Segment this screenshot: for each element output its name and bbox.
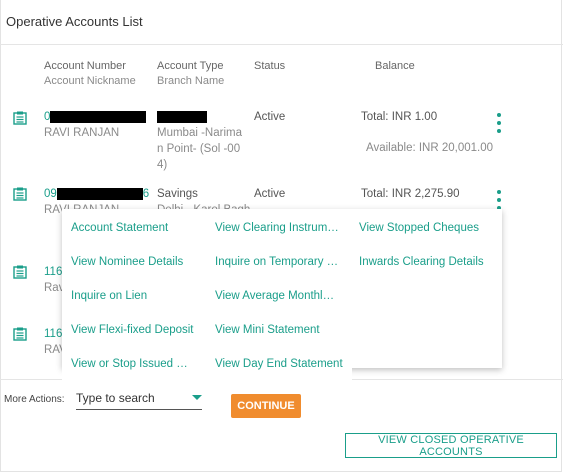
total-currency: INR xyxy=(391,188,412,200)
available-value: 20,001.00 xyxy=(441,142,494,154)
account-number-suffix[interactable]: 6 xyxy=(143,188,149,200)
menu-item-view-average-monthly-balance[interactable]: View Average Monthly Balance xyxy=(215,290,339,302)
continue-button[interactable]: CONTINUE xyxy=(231,394,301,418)
header-type: Account Type Branch Name xyxy=(157,59,224,89)
menu-item-inquire-temporary-overdraft[interactable]: Inquire on Temporary Overdraft xyxy=(215,256,339,268)
menu-item-inquire-on-lien[interactable]: Inquire on Lien xyxy=(71,290,201,302)
header-balance: Balance xyxy=(375,60,415,72)
chevron-down-icon[interactable] xyxy=(192,395,202,400)
header-account: Account Number Account Nickname xyxy=(44,59,136,89)
account-number-prefix[interactable]: 09 xyxy=(44,188,57,200)
account-details-icon[interactable] xyxy=(13,111,27,125)
page-title: Operative Accounts List xyxy=(6,14,143,29)
total-label: Total: xyxy=(361,188,389,200)
header-account-number: Account Number xyxy=(44,60,126,72)
view-closed-accounts-button[interactable]: VIEW CLOSED OPERATIVE ACCOUNTS xyxy=(345,433,557,458)
available-balance: Available: INR 20,001.00 xyxy=(366,140,493,156)
header-account-nickname: Account Nickname xyxy=(44,75,136,87)
total-value: 2,275.90 xyxy=(414,188,460,200)
header-account-type: Account Type xyxy=(157,60,224,72)
account-number-link[interactable]: 0 xyxy=(44,109,147,125)
row-actions-menu-icon[interactable] xyxy=(496,113,502,133)
row-actions-menu-icon[interactable] xyxy=(496,190,502,210)
menu-item-view-nominee-details[interactable]: View Nominee Details xyxy=(71,256,201,268)
total-balance: Total: INR 1.00 xyxy=(361,109,437,125)
status-text: Active xyxy=(254,111,286,123)
menu-item-inwards-clearing-details[interactable]: Inwards Clearing Details xyxy=(359,256,494,268)
menu-item-view-day-end-statement[interactable]: View Day End Statement xyxy=(215,358,347,370)
branch-name-line: n Point- (Sol -00 xyxy=(157,143,241,155)
menu-item-view-stopped-cheques[interactable]: View Stopped Cheques xyxy=(359,222,494,234)
title-divider xyxy=(0,44,563,45)
more-actions-search[interactable] xyxy=(76,388,202,410)
account-details-icon[interactable] xyxy=(13,327,27,341)
available-currency: INR xyxy=(418,142,439,154)
menu-item-view-clearing-instruments[interactable]: View Clearing Instruments xyxy=(215,222,339,234)
account-actions-menu: Account Statement View Clearing Instrume… xyxy=(62,209,502,368)
total-value: 1.00 xyxy=(414,111,438,123)
total-label: Total: xyxy=(361,111,389,123)
branch-name-line: 4) xyxy=(157,159,168,171)
masked-account-type xyxy=(157,110,207,123)
menu-item-view-flexi-fixed-deposit[interactable]: View Flexi-fixed Deposit xyxy=(71,324,195,336)
account-type: Savings xyxy=(157,188,198,200)
masked-account-digits xyxy=(50,110,147,123)
header-status: Status xyxy=(254,60,286,72)
account-details-icon[interactable] xyxy=(13,187,27,201)
total-balance: Total: INR 2,275.90 xyxy=(361,186,459,202)
more-actions-label: More Actions: xyxy=(4,394,65,405)
total-currency: INR xyxy=(391,111,412,123)
account-details-icon[interactable] xyxy=(13,265,27,279)
account-nickname: RAVI RANJAN xyxy=(44,127,120,139)
menu-item-view-stop-issued-cheques[interactable]: View or Stop Issued Cheques xyxy=(71,358,195,370)
branch-name-line: Mumbai -Narima xyxy=(157,127,242,139)
menu-item-view-mini-statement[interactable]: View Mini Statement xyxy=(215,324,339,336)
account-actions-menu-tail: View or Stop Issued Cheques View Day End… xyxy=(62,358,352,380)
menu-item-account-statement[interactable]: Account Statement xyxy=(71,222,201,234)
more-actions-search-input[interactable] xyxy=(76,388,186,408)
available-label: Available: xyxy=(366,142,416,154)
status-text: Active xyxy=(254,188,286,200)
header-branch-name: Branch Name xyxy=(157,75,225,87)
account-type-cell: Mumbai -Narima n Point- (Sol -00 4) xyxy=(157,109,242,173)
table-row: 0 RAVI RANJAN xyxy=(44,109,147,141)
account-number-link[interactable]: 09 6 xyxy=(44,186,149,202)
masked-account-digits xyxy=(56,187,143,200)
